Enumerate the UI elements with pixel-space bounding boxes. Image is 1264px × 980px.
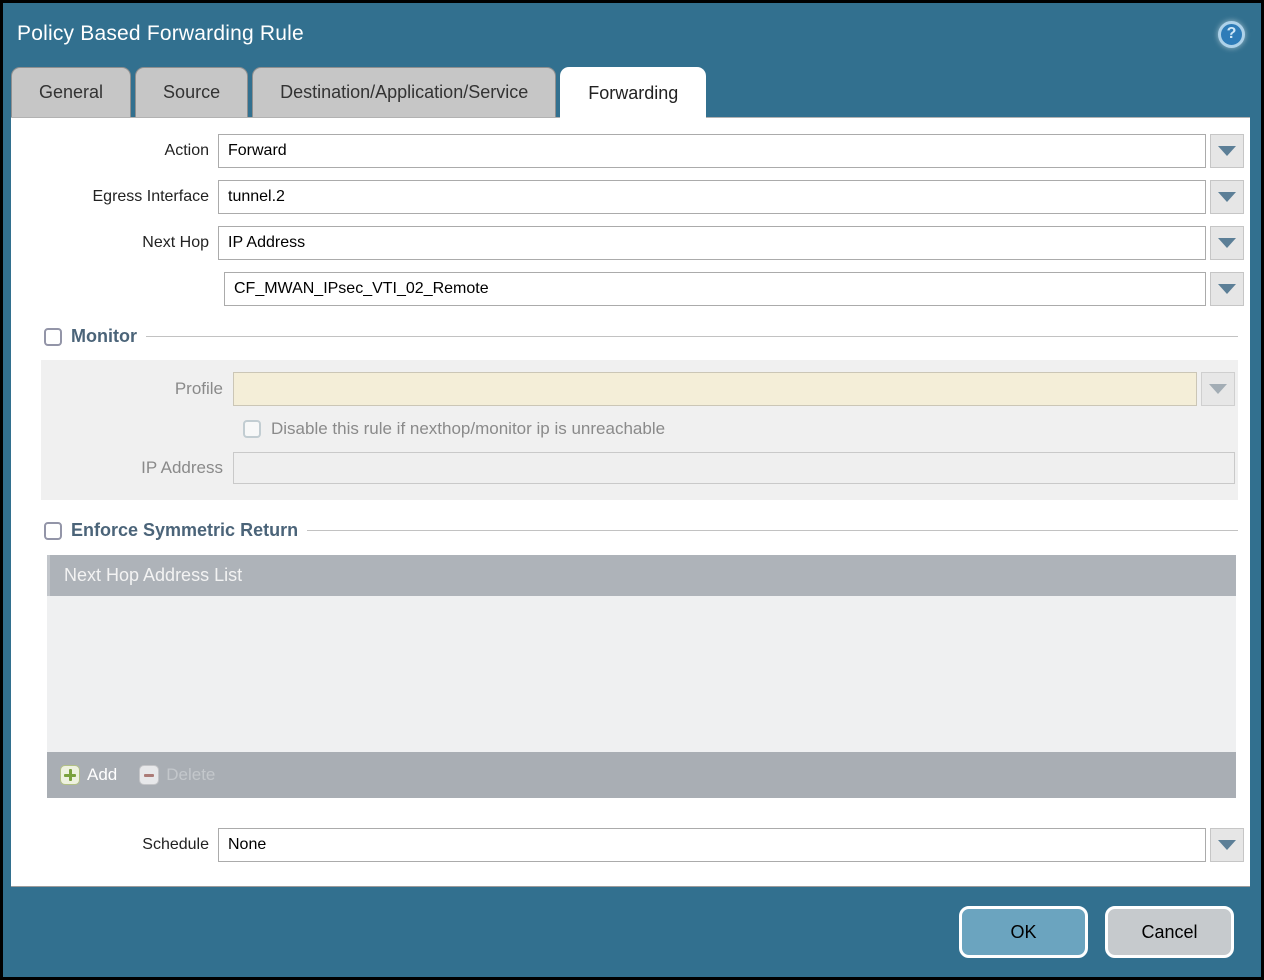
enforce-symmetric-return-group: Enforce Symmetric Return Next Hop Addres… <box>41 520 1238 798</box>
ok-button[interactable]: OK <box>959 906 1088 958</box>
enforce-symmetric-return-legend: Enforce Symmetric Return <box>41 520 307 541</box>
minus-icon <box>139 765 160 785</box>
schedule-combo: None <box>218 828 1244 862</box>
egress-interface-select[interactable]: tunnel.2 <box>218 180 1206 214</box>
next-hop-address-combo: CF_MWAN_IPsec_VTI_02_Remote <box>224 272 1244 306</box>
cancel-button[interactable]: Cancel <box>1105 906 1234 958</box>
forwarding-tab-panel: Action Forward Egress Interface tunnel.2… <box>11 117 1250 887</box>
schedule-dropdown-button[interactable] <box>1210 828 1244 862</box>
action-row: Action Forward <box>11 134 1244 168</box>
schedule-select[interactable]: None <box>218 828 1206 862</box>
add-button[interactable]: Add <box>60 765 117 785</box>
monitor-group: Monitor Profile Disable this rule if nex… <box>41 326 1238 500</box>
delete-button-disabled: Delete <box>139 765 215 785</box>
dialog-footer: OK Cancel <box>3 887 1261 977</box>
chevron-down-icon <box>1218 238 1236 248</box>
next-hop-address-select[interactable]: CF_MWAN_IPsec_VTI_02_Remote <box>224 272 1206 306</box>
monitor-panel: Profile Disable this rule if nexthop/mon… <box>41 360 1238 500</box>
chevron-down-icon <box>1209 384 1227 394</box>
add-button-label: Add <box>87 765 118 784</box>
next-hop-select[interactable]: IP Address <box>218 226 1206 260</box>
next-hop-address-dropdown-button[interactable] <box>1210 272 1244 306</box>
profile-dropdown-button-disabled <box>1201 372 1235 406</box>
action-select[interactable]: Forward <box>218 134 1206 168</box>
enforce-symmetric-return-checkbox[interactable] <box>44 521 62 540</box>
disable-rule-row: Disable this rule if nexthop/monitor ip … <box>243 419 1238 439</box>
next-hop-row: Next Hop IP Address <box>11 226 1244 260</box>
next-hop-address-list-footer: Add Delete <box>47 752 1236 798</box>
monitor-legend: Monitor <box>41 326 146 347</box>
action-label: Action <box>164 142 209 159</box>
chevron-down-icon <box>1218 840 1236 850</box>
monitor-checkbox[interactable] <box>44 327 62 346</box>
disable-rule-label: Disable this rule if nexthop/monitor ip … <box>271 419 666 438</box>
next-hop-combo: IP Address <box>218 226 1244 260</box>
dialog-title: Policy Based Forwarding Rule <box>17 22 304 45</box>
disable-rule-checkbox <box>243 420 261 438</box>
tab-forwarding[interactable]: Forwarding <box>560 67 707 118</box>
next-hop-address-row: CF_MWAN_IPsec_VTI_02_Remote <box>11 272 1244 306</box>
chevron-down-icon <box>1218 284 1236 294</box>
action-combo: Forward <box>218 134 1244 168</box>
monitor-ip-address-input-disabled <box>233 452 1235 484</box>
monitor-ip-address-row: IP Address <box>41 452 1238 484</box>
egress-interface-row: Egress Interface tunnel.2 <box>11 180 1244 214</box>
monitor-legend-label: Monitor <box>71 326 137 346</box>
schedule-row: Schedule None <box>11 828 1244 862</box>
tab-bar: General Source Destination/Application/S… <box>3 65 1261 118</box>
chevron-down-icon <box>1218 146 1236 156</box>
delete-button-label: Delete <box>166 765 216 784</box>
tab-destination-application-service[interactable]: Destination/Application/Service <box>252 67 557 117</box>
next-hop-address-list-body[interactable] <box>47 596 1236 752</box>
next-hop-address-table: Next Hop Address List Add Delete <box>47 555 1236 798</box>
tab-general[interactable]: General <box>11 67 132 117</box>
profile-label: Profile <box>174 379 223 398</box>
title-bar: Policy Based Forwarding Rule ? <box>3 3 1261 65</box>
chevron-down-icon <box>1218 192 1236 202</box>
egress-interface-label: Egress Interface <box>92 188 210 205</box>
plus-icon <box>60 765 80 785</box>
enforce-symmetric-return-legend-label: Enforce Symmetric Return <box>71 520 299 540</box>
profile-row: Profile <box>41 372 1238 406</box>
next-hop-address-list-header: Next Hop Address List <box>47 555 1236 596</box>
egress-interface-dropdown-button[interactable] <box>1210 180 1244 214</box>
profile-select-disabled <box>233 372 1197 406</box>
next-hop-dropdown-button[interactable] <box>1210 226 1244 260</box>
pbf-rule-dialog: Policy Based Forwarding Rule ? General S… <box>0 0 1264 980</box>
help-icon[interactable]: ? <box>1218 20 1245 48</box>
schedule-label: Schedule <box>142 836 209 853</box>
tab-source[interactable]: Source <box>135 67 249 117</box>
egress-interface-combo: tunnel.2 <box>218 180 1244 214</box>
monitor-ip-address-label: IP Address <box>141 458 223 477</box>
next-hop-label: Next Hop <box>142 234 209 251</box>
action-dropdown-button[interactable] <box>1210 134 1244 168</box>
